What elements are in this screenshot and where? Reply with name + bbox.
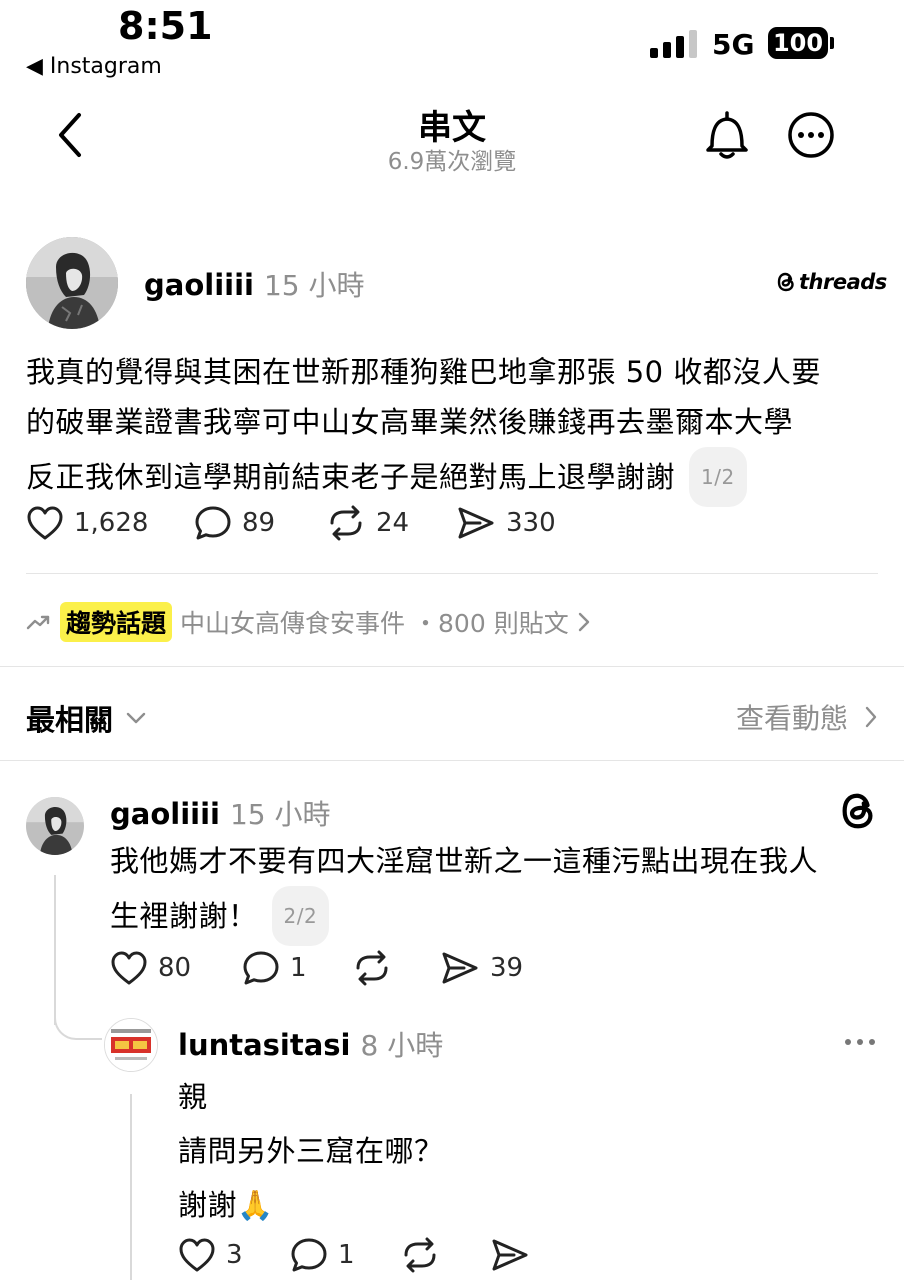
- reply-like-button[interactable]: 80: [110, 950, 191, 986]
- trending-count: ・800 則貼文: [413, 609, 569, 638]
- reply-comment-count: 1: [290, 953, 307, 983]
- heart-icon: [179, 1238, 215, 1272]
- threads-brand: threads: [799, 270, 887, 294]
- reply-text: 我他媽才不要有四大淫窟世新之一這種污點出現在我人 生裡謝謝！ 2/2: [110, 836, 880, 946]
- trending-label: 趨勢話題: [60, 602, 173, 642]
- share-icon: [442, 952, 478, 984]
- sort-label: 最相關: [26, 703, 114, 737]
- reply-repost-button[interactable]: [352, 950, 392, 986]
- heart-icon: [111, 951, 147, 985]
- share-icon: [492, 1239, 528, 1271]
- network-label: 5G: [712, 28, 755, 61]
- reply-share-button[interactable]: 39: [440, 950, 523, 986]
- page-badge: 1/2: [689, 447, 747, 507]
- threads-icon[interactable]: [838, 790, 878, 836]
- reply2-repost-button[interactable]: [400, 1237, 440, 1273]
- post-line-1: 我真的覺得與其困在世新那種狗雞巴地拿那張 50 收都沒人要: [26, 355, 821, 389]
- battery-icon: 100: [768, 27, 828, 59]
- reply-share-count: 39: [490, 953, 524, 983]
- bell-icon[interactable]: [700, 108, 754, 162]
- chevron-right-icon: [865, 706, 877, 728]
- section-divider: [0, 760, 904, 761]
- section-divider: [0, 666, 904, 667]
- view-count: 6.9萬次瀏覽: [387, 149, 517, 175]
- post-time: 15 小時: [263, 269, 365, 302]
- reply2-time: 8 小時: [360, 1029, 444, 1062]
- comment-icon: [291, 1238, 327, 1272]
- thread-line: [54, 875, 56, 1025]
- battery-level: 100: [772, 29, 824, 57]
- repost-icon: [356, 950, 388, 986]
- reply2-comment-count: 1: [338, 1240, 355, 1270]
- battery-tip: [830, 37, 834, 49]
- post-like-count: 1,628: [74, 508, 149, 538]
- reply-time: 15 小時: [229, 798, 331, 831]
- comment-icon: [195, 506, 231, 540]
- reply2-line-2: 請問另外三窟在哪？: [178, 1134, 444, 1168]
- view-activity-link[interactable]: 查看動態: [736, 697, 878, 737]
- reply-line-1: 我他媽才不要有四大淫窟世新之一這種污點出現在我人: [110, 844, 819, 878]
- post-line-2: 的破畢業證書我寧可中山女高畢業然後賺錢再去墨爾本大學: [26, 405, 794, 439]
- reply-comment-button[interactable]: 1: [242, 950, 307, 986]
- chevron-down-icon: [126, 712, 146, 724]
- page-badge: 2/2: [271, 886, 330, 946]
- repost-icon: [330, 505, 362, 541]
- repost-icon: [404, 1237, 436, 1273]
- status-time: 8:51: [118, 4, 213, 48]
- reply2-avatar[interactable]: [104, 1018, 158, 1072]
- reply-avatar[interactable]: [26, 797, 84, 855]
- post-username[interactable]: gaoliiii: [144, 268, 254, 302]
- share-icon: [458, 507, 494, 539]
- trending-topic: 中山女高傳食安事件: [180, 609, 406, 638]
- thread-curve: [54, 1010, 102, 1040]
- threads-logo[interactable]: threads: [776, 270, 887, 294]
- reply-like-count: 80: [158, 953, 192, 983]
- post-comment-count: 89: [242, 508, 276, 538]
- post-repost-count: 24: [376, 508, 410, 538]
- trending-up-icon: [26, 615, 50, 630]
- avatar[interactable]: [26, 237, 118, 329]
- post-comment-button[interactable]: 89: [194, 505, 275, 541]
- reply2-comment-button[interactable]: 1: [290, 1237, 355, 1273]
- post-repost-button[interactable]: 24: [326, 505, 409, 541]
- thread-line-2: [130, 1094, 132, 1280]
- post-line-3: 反正我休到這學期前結束老子是絕對馬上退學謝謝 1/2: [26, 447, 886, 507]
- trending-row[interactable]: 趨勢話題 中山女高傳食安事件 ・800 則貼文: [26, 602, 591, 642]
- post-share-count: 330: [506, 508, 556, 538]
- post-text: 我真的覺得與其困在世新那種狗雞巴地拿那張 50 收都沒人要 的破畢業證書我寧可中…: [26, 347, 886, 507]
- reply2-share-button[interactable]: [490, 1237, 530, 1273]
- reply2-line-1: 親: [178, 1080, 208, 1114]
- heart-icon: [27, 506, 63, 540]
- more-horizontal-icon[interactable]: [842, 1032, 878, 1056]
- comment-icon: [243, 951, 279, 985]
- reply2-text: 親 請問另外三窟在哪？ 謝謝🙏: [178, 1070, 878, 1232]
- reply2-like-button[interactable]: 3: [178, 1237, 243, 1273]
- reply2-username[interactable]: luntasitasi: [178, 1028, 351, 1062]
- divider: [26, 573, 878, 574]
- sort-dropdown[interactable]: 最相關: [26, 697, 147, 739]
- more-options-icon[interactable]: [786, 110, 836, 160]
- back-to-instagram[interactable]: ◀ Instagram: [26, 54, 162, 79]
- reply2-like-count: 3: [226, 1240, 243, 1270]
- reply2-line-3: 謝謝🙏: [178, 1188, 274, 1222]
- reply-line-2: 生裡謝謝！ 2/2: [110, 886, 880, 946]
- reply-username[interactable]: gaoliiii: [110, 797, 220, 831]
- post-like-button[interactable]: 1,628: [26, 505, 148, 541]
- post-share-button[interactable]: 330: [456, 505, 556, 541]
- view-activity-label: 查看動態: [735, 702, 848, 735]
- chevron-right-icon: [578, 612, 589, 632]
- signal-icon: [650, 30, 698, 62]
